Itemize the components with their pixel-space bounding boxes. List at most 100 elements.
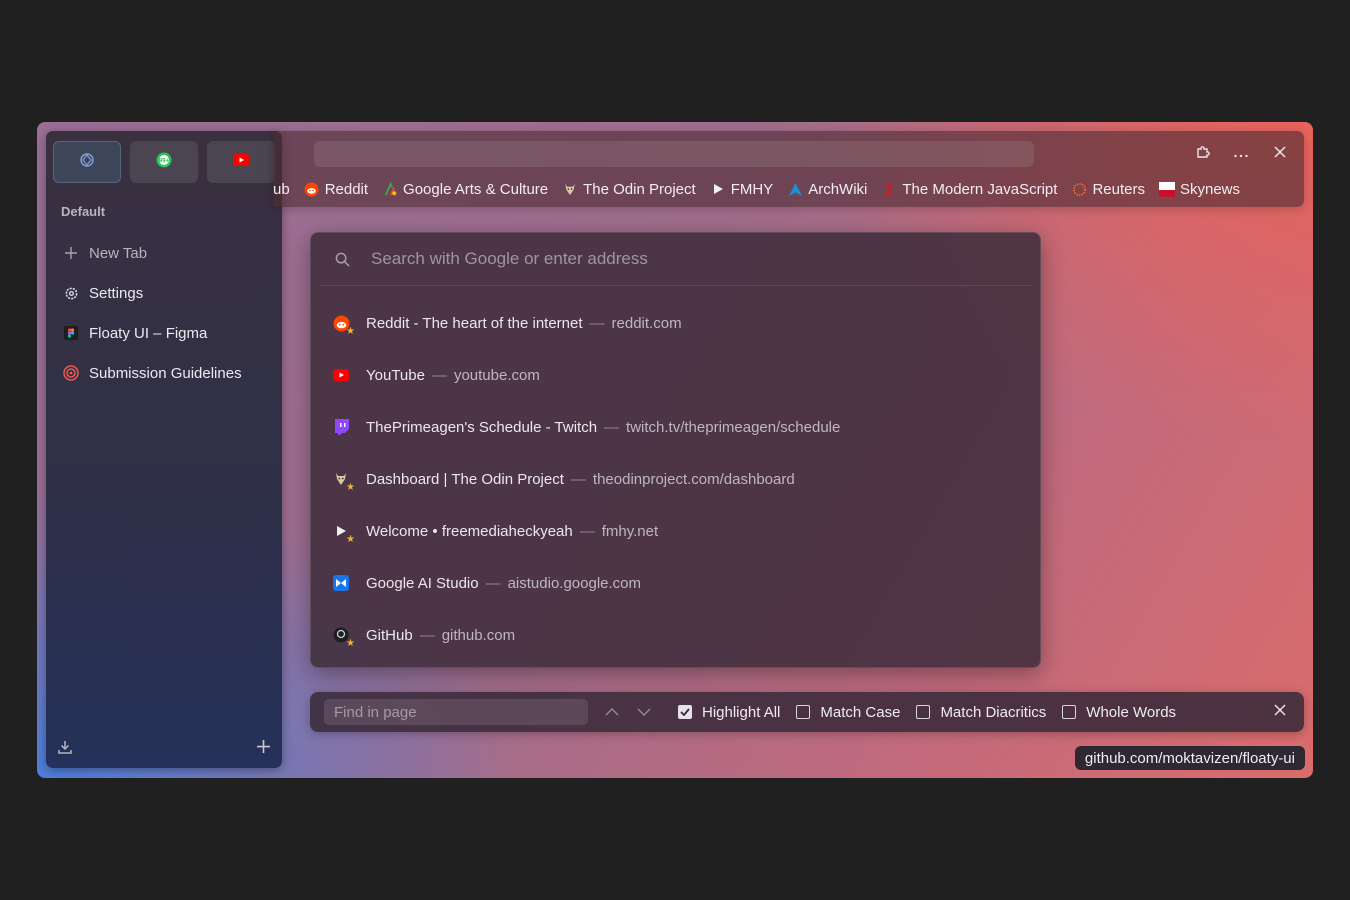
suggestion-url: twitch.tv/theprimeagen/schedule <box>626 418 841 436</box>
bookmark-reddit[interactable]: Reddit <box>304 181 368 198</box>
bookmark-skynews[interactable]: Skynews <box>1158 180 1240 198</box>
target-icon <box>63 365 79 381</box>
suggestion-title: YouTube <box>366 366 425 384</box>
reddit-icon: ★ <box>332 314 355 337</box>
sidebar-tab-label: Floaty UI – Figma <box>89 324 208 342</box>
sidebar-tab-label: Settings <box>89 284 144 302</box>
youtube-icon <box>332 366 350 384</box>
sidebar-tab-settings[interactable]: Settings <box>54 275 274 311</box>
pinned-tab-youtube[interactable] <box>207 141 275 183</box>
play-icon <box>710 181 726 197</box>
browser-icon <box>79 152 95 173</box>
twitch-icon <box>332 418 350 436</box>
suggestion-url: theodinproject.com/dashboard <box>592 470 795 488</box>
download-icon <box>57 739 73 760</box>
suggestion-item[interactable]: YouTube — youtube.com <box>311 355 1040 395</box>
new-tab-button[interactable]: New Tab <box>54 235 274 271</box>
toolbar: ub Reddit Google Arts & Culture The Odin… <box>273 131 1304 207</box>
highlight-all-checkbox[interactable]: Highlight All <box>678 704 780 721</box>
option-label: Match Case <box>820 703 901 721</box>
find-next-button[interactable] <box>632 700 656 724</box>
bookmark-label: Reddit <box>324 180 369 198</box>
pinned-tab-whatsapp[interactable]: 99+ <box>130 141 198 183</box>
suggestion-title: GitHub <box>366 626 413 644</box>
separator: — <box>485 574 501 592</box>
bookmark-label: Skynews <box>1179 180 1240 198</box>
plus-icon <box>256 740 270 758</box>
find-previous-button[interactable] <box>600 700 624 724</box>
bookmark-label: Reuters <box>1092 180 1145 198</box>
separator: — <box>589 314 605 332</box>
search-icon <box>333 250 351 268</box>
add-workspace-button[interactable] <box>254 740 272 758</box>
suggestion-item[interactable]: ★ Reddit - The heart of the internet — r… <box>311 303 1040 343</box>
close-icon <box>1274 145 1286 163</box>
close-window-button[interactable] <box>1270 144 1290 164</box>
new-tab-label: New Tab <box>89 244 148 262</box>
suggestion-item[interactable]: ★ Dashboard | The Odin Project — theodin… <box>311 459 1040 499</box>
suggestion-url: youtube.com <box>453 366 540 384</box>
option-label: Highlight All <box>702 703 781 721</box>
separator: — <box>579 522 595 540</box>
whole-words-checkbox[interactable]: Whole Words <box>1062 704 1176 721</box>
suggestion-item[interactable]: ThePrimeagen's Schedule - Twitch — twitc… <box>311 407 1040 447</box>
separator: — <box>604 418 620 436</box>
ai-studio-icon <box>332 574 350 592</box>
sidebar-tab-figma[interactable]: Floaty UI – Figma <box>54 315 274 351</box>
url-bar[interactable] <box>314 141 1034 167</box>
suggestion-url: aistudio.google.com <box>507 574 642 592</box>
bookmark-label: The Odin Project <box>583 180 696 198</box>
close-find-bar-button[interactable] <box>1270 702 1290 722</box>
bookmark-google-arts[interactable]: Google Arts & Culture <box>382 181 548 198</box>
option-label: Whole Words <box>1086 703 1177 721</box>
play-icon: ★ <box>332 522 355 545</box>
suggestion-url: github.com <box>441 626 516 644</box>
skynews-icon <box>1158 181 1175 197</box>
bookmark-github[interactable]: ub <box>273 181 290 198</box>
pinned-tab-browser[interactable] <box>53 141 121 183</box>
odin-icon: ★ <box>332 470 355 493</box>
bookmark-label: ub <box>273 180 290 198</box>
more-menu-button[interactable] <box>1231 144 1251 164</box>
bookmark-star-icon: ★ <box>346 482 355 493</box>
suggestion-item[interactable]: ★ Welcome • freemediaheckyeah — fmhy.net <box>311 511 1040 551</box>
js-icon <box>881 181 897 197</box>
checkbox-icon <box>916 705 931 719</box>
sidebar-tab-submission[interactable]: Submission Guidelines <box>54 355 274 391</box>
bookmark-fmhy[interactable]: FMHY <box>710 181 773 198</box>
plus-icon <box>63 245 79 261</box>
bookmark-star-icon: ★ <box>346 326 355 337</box>
bookmark-archwiki[interactable]: ArchWiki <box>787 181 867 198</box>
address-search-field[interactable]: Search with Google or enter address <box>311 233 1040 285</box>
bookmark-star-icon: ★ <box>346 534 355 545</box>
search-placeholder: Search with Google or enter address <box>371 249 648 268</box>
match-case-checkbox[interactable]: Match Case <box>796 704 900 721</box>
chevron-down-icon <box>637 703 651 721</box>
checkbox-icon <box>1062 705 1077 719</box>
option-label: Match Diacritics <box>940 703 1047 721</box>
figma-icon <box>63 325 79 341</box>
divider <box>320 285 1031 286</box>
more-icon <box>1233 145 1249 163</box>
find-input[interactable] <box>324 699 588 725</box>
bookmark-reuters[interactable]: Reuters <box>1071 181 1145 198</box>
bookmark-modern-js[interactable]: The Modern JavaScript <box>881 181 1057 198</box>
bookmark-odin[interactable]: The Odin Project <box>562 181 696 198</box>
suggestion-item[interactable]: ★ GitHub — github.com <box>311 615 1040 655</box>
suggestion-item[interactable]: Google AI Studio — aistudio.google.com <box>311 563 1040 603</box>
whatsapp-badge: 99+ <box>159 158 170 164</box>
extensions-button[interactable] <box>1193 144 1213 164</box>
puzzle-icon <box>1195 144 1211 165</box>
sidebar-tab-label: Submission Guidelines <box>89 364 242 382</box>
match-diacritics-checkbox[interactable]: Match Diacritics <box>916 704 1046 721</box>
bookmark-star-icon: ★ <box>346 638 355 649</box>
gear-icon <box>63 285 79 301</box>
sidebar: 99+ Default New Tab Settings Floaty UI –… <box>46 131 282 768</box>
bookmark-label: The Modern JavaScript <box>902 180 1058 198</box>
separator: — <box>431 366 447 384</box>
arch-icon <box>787 181 803 197</box>
checkbox-icon <box>796 705 811 719</box>
bookmark-label: Google Arts & Culture <box>403 180 549 198</box>
downloads-button[interactable] <box>56 740 74 758</box>
reuters-icon <box>1071 181 1087 197</box>
